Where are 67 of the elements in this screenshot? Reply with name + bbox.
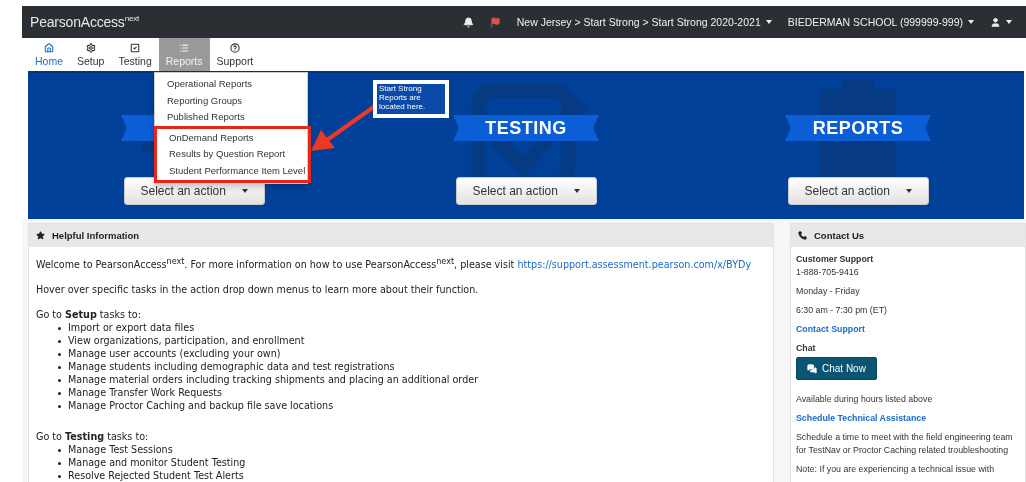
- bullet-icon: [58, 462, 61, 466]
- nav-tab[interactable]: Setup: [70, 38, 112, 71]
- chat-icon: [807, 363, 817, 374]
- context-menu[interactable]: New Jersey > Start Strong > Start Strong 2020-2021: [516, 16, 772, 28]
- menu-item[interactable]: OnDemand Reports: [157, 129, 308, 146]
- callout-note: Start Strong Reports are located here.: [373, 80, 449, 118]
- contact-text: Monday - Friday: [796, 285, 861, 298]
- bullet-icon: [58, 405, 61, 409]
- checkbox-icon: [130, 42, 141, 53]
- action-select[interactable]: Select an action: [787, 177, 929, 205]
- phone-icon: [798, 231, 807, 240]
- nav-tab[interactable]: Testing: [111, 38, 159, 71]
- list-item: Manage and monitor Student Testing: [68, 456, 246, 470]
- menu-item[interactable]: Student Performance Item Level: [157, 162, 308, 179]
- chat-button[interactable]: Chat Now: [796, 357, 877, 380]
- star-icon: [36, 231, 45, 240]
- contact-text: Schedule a time to meet with the field engineering team for TestNav or Proctor Caching related troubleshooting: [796, 431, 1014, 457]
- paragraph: Welcome to PearsonAccess$^{next}$. For more information on how to use PearsonAccess$^{next}$, please visit: [36, 259, 515, 271]
- contact-text: Available during hours listed above: [796, 393, 934, 406]
- brand-logo[interactable]: PearsonAccess$^{next}$: [30, 14, 139, 30]
- panel-title: Helpful Information: [29, 224, 773, 247]
- menu-item[interactable]: Operational Reports: [155, 76, 307, 93]
- menu-item[interactable]: Results by Question Report: [157, 146, 308, 163]
- list-heading: Go to Testing tasks to:: [36, 430, 150, 444]
- contact-link[interactable]: Schedule Technical Assistance: [796, 412, 1020, 425]
- panel-title: Contact Us: [791, 224, 1025, 247]
- menu-item[interactable]: Published Reports: [155, 109, 307, 126]
- bullet-icon: [58, 475, 61, 479]
- bullet-icon: [58, 449, 61, 453]
- bullet-icon: [58, 327, 61, 331]
- bullet-icon: [58, 392, 61, 396]
- bullet-icon: [58, 353, 61, 357]
- list-item: View organizations, participation, and enrollment: [68, 334, 305, 348]
- contact-heading: Customer Support: [796, 253, 875, 266]
- action-select[interactable]: Select an action: [455, 177, 597, 205]
- bullet-icon: [58, 366, 61, 370]
- list-icon: [179, 42, 190, 53]
- support-link[interactable]: https://support.assessment.pearson.com/x/BYDy: [517, 259, 752, 271]
- bullet-icon: [58, 379, 61, 383]
- list-item: Manage user accounts (excluding your own): [68, 347, 281, 361]
- paragraph: Hover over specific tasks in the action drop down menus to learn more about their function.: [36, 284, 479, 296]
- gear-icon: [85, 42, 96, 53]
- list-item: Manage material orders including tracking shipments and placing an additional order: [68, 373, 479, 387]
- home-icon: [44, 42, 54, 53]
- tile-ribbon: REPORTS: [785, 115, 931, 141]
- user-menu[interactable]: [990, 16, 1012, 28]
- contact-heading: Chat: [796, 342, 817, 355]
- contact-text: 1-888-705-9416: [796, 266, 860, 279]
- flag-icon[interactable]: [489, 16, 501, 28]
- list-item: Manage Transfer Work Requests: [68, 386, 223, 400]
- nav-tab[interactable]: Home: [28, 38, 70, 71]
- contact-link[interactable]: Contact Support: [796, 323, 1020, 336]
- nav-tab[interactable]: Support: [209, 38, 261, 71]
- contact-text: 6:30 am - 7:30 pm (ET): [796, 304, 888, 317]
- help-icon: [229, 42, 240, 53]
- list-heading: Go to Setup tasks to:: [36, 308, 142, 322]
- bullet-icon: [58, 340, 61, 344]
- menu-item[interactable]: Reporting Groups: [155, 92, 307, 109]
- list-item: Import or export data files: [68, 321, 195, 335]
- list-item: Resolve Rejected Student Test Alerts: [68, 469, 244, 482]
- organization-menu[interactable]: BIEDERMAN SCHOOL (999999-999): [787, 16, 974, 28]
- bell-icon[interactable]: [462, 16, 474, 28]
- tile-ribbon: TESTING: [453, 115, 599, 141]
- list-item: Manage Test Sessions: [68, 443, 173, 457]
- list-item: Manage Proctor Caching and backup file save locations: [68, 399, 334, 413]
- contact-text: Note: If you are experiencing a technical issue with: [796, 463, 996, 476]
- list-item: Manage students including demographic data and test registrations: [68, 360, 395, 374]
